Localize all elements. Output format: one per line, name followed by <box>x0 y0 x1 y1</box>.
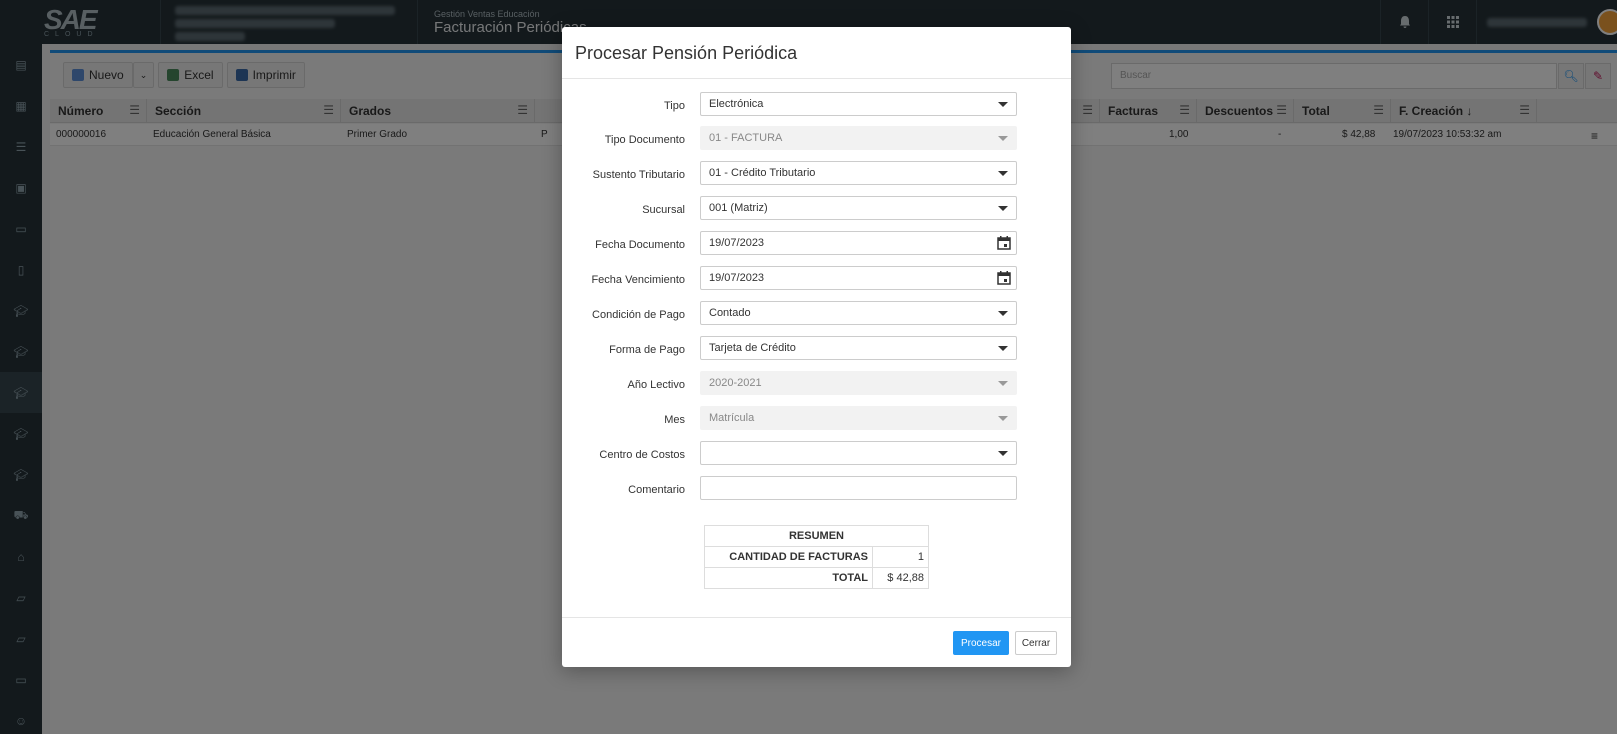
condicion-select[interactable]: Contado <box>700 301 1017 325</box>
summary-total-label: TOTAL <box>704 567 873 589</box>
close-button[interactable]: Cerrar <box>1015 631 1057 655</box>
fecha-vencimiento-label: Fecha Vencimiento <box>591 274 685 286</box>
sustento-select[interactable]: 01 - Crédito Tributario <box>700 161 1017 185</box>
forma-select[interactable]: Tarjeta de Crédito <box>700 336 1017 360</box>
tipo-value: Electrónica <box>709 98 764 110</box>
mes-row: Mes Matrícula <box>562 406 1071 430</box>
sucursal-row: Sucursal 001 (Matriz) <box>562 196 1071 220</box>
summary-count-value: 1 <box>872 546 929 568</box>
caret-down-icon <box>998 451 1008 456</box>
caret-down-icon <box>998 102 1008 107</box>
fecha-documento-label: Fecha Documento <box>595 239 685 251</box>
centro-label: Centro de Costos <box>599 449 685 461</box>
condicion-label: Condición de Pago <box>592 309 685 321</box>
dialog-footer: Procesar Cerrar <box>562 617 1071 667</box>
process-button[interactable]: Procesar <box>953 631 1009 655</box>
anio-value: 2020-2021 <box>709 377 762 389</box>
comentario-input[interactable] <box>700 476 1017 500</box>
caret-down-icon <box>998 311 1008 316</box>
forma-label: Forma de Pago <box>609 344 685 356</box>
summary-count-label: CANTIDAD DE FACTURAS <box>704 546 873 568</box>
summary-header: RESUMEN <box>704 525 929 547</box>
tipo-row: Tipo Electrónica <box>562 92 1071 116</box>
anio-label: Año Lectivo <box>627 379 685 391</box>
tipo-documento-row: Tipo Documento 01 - FACTURA <box>562 126 1071 150</box>
anio-row: Año Lectivo 2020-2021 <box>562 371 1071 395</box>
dialog-title: Procesar Pensión Periódica <box>562 27 1071 79</box>
mes-select: Matrícula <box>700 406 1017 430</box>
fecha-vencimiento-value: 19/07/2023 <box>709 272 765 284</box>
fecha-documento-value: 19/07/2023 <box>709 237 765 249</box>
caret-down-icon <box>998 416 1008 421</box>
process-pension-dialog: Procesar Pensión Periódica Tipo Electrón… <box>562 27 1071 667</box>
forma-value: Tarjeta de Crédito <box>709 342 796 354</box>
comentario-row: Comentario <box>562 476 1071 500</box>
calendar-icon[interactable] <box>996 270 1012 286</box>
caret-down-icon <box>998 381 1008 386</box>
fecha-vencimiento-row: Fecha Vencimiento 19/07/2023 <box>562 266 1071 290</box>
caret-down-icon <box>998 136 1008 141</box>
caret-down-icon <box>998 346 1008 351</box>
tipo-label: Tipo <box>664 100 685 112</box>
sucursal-label: Sucursal <box>642 204 685 216</box>
centro-row: Centro de Costos <box>562 441 1071 465</box>
mes-value: Matrícula <box>709 412 755 424</box>
condicion-row: Condición de Pago Contado <box>562 301 1071 325</box>
sustento-value: 01 - Crédito Tributario <box>709 167 816 179</box>
centro-select[interactable] <box>700 441 1017 465</box>
tipo-select[interactable]: Electrónica <box>700 92 1017 116</box>
tipo-documento-label: Tipo Documento <box>604 134 685 146</box>
fecha-vencimiento-input[interactable]: 19/07/2023 <box>700 266 1017 290</box>
forma-row: Forma de Pago Tarjeta de Crédito <box>562 336 1071 360</box>
tipo-documento-select: 01 - FACTURA <box>700 126 1017 150</box>
fecha-documento-input[interactable]: 19/07/2023 <box>700 231 1017 255</box>
sucursal-select[interactable]: 001 (Matriz) <box>700 196 1017 220</box>
sucursal-value: 001 (Matriz) <box>709 202 768 214</box>
summary-table: RESUMEN CANTIDAD DE FACTURAS 1 TOTAL $ 4… <box>704 525 929 589</box>
anio-select: 2020-2021 <box>700 371 1017 395</box>
fecha-documento-row: Fecha Documento 19/07/2023 <box>562 231 1071 255</box>
summary-total-value: $ 42,88 <box>872 567 929 589</box>
calendar-icon[interactable] <box>996 235 1012 251</box>
mes-label: Mes <box>664 414 685 426</box>
sustento-row: Sustento Tributario 01 - Crédito Tributa… <box>562 161 1071 185</box>
sustento-label: Sustento Tributario <box>592 169 685 181</box>
condicion-value: Contado <box>709 307 751 319</box>
caret-down-icon <box>998 206 1008 211</box>
comentario-label: Comentario <box>628 484 685 496</box>
caret-down-icon <box>998 171 1008 176</box>
tipo-documento-value: 01 - FACTURA <box>709 132 783 144</box>
